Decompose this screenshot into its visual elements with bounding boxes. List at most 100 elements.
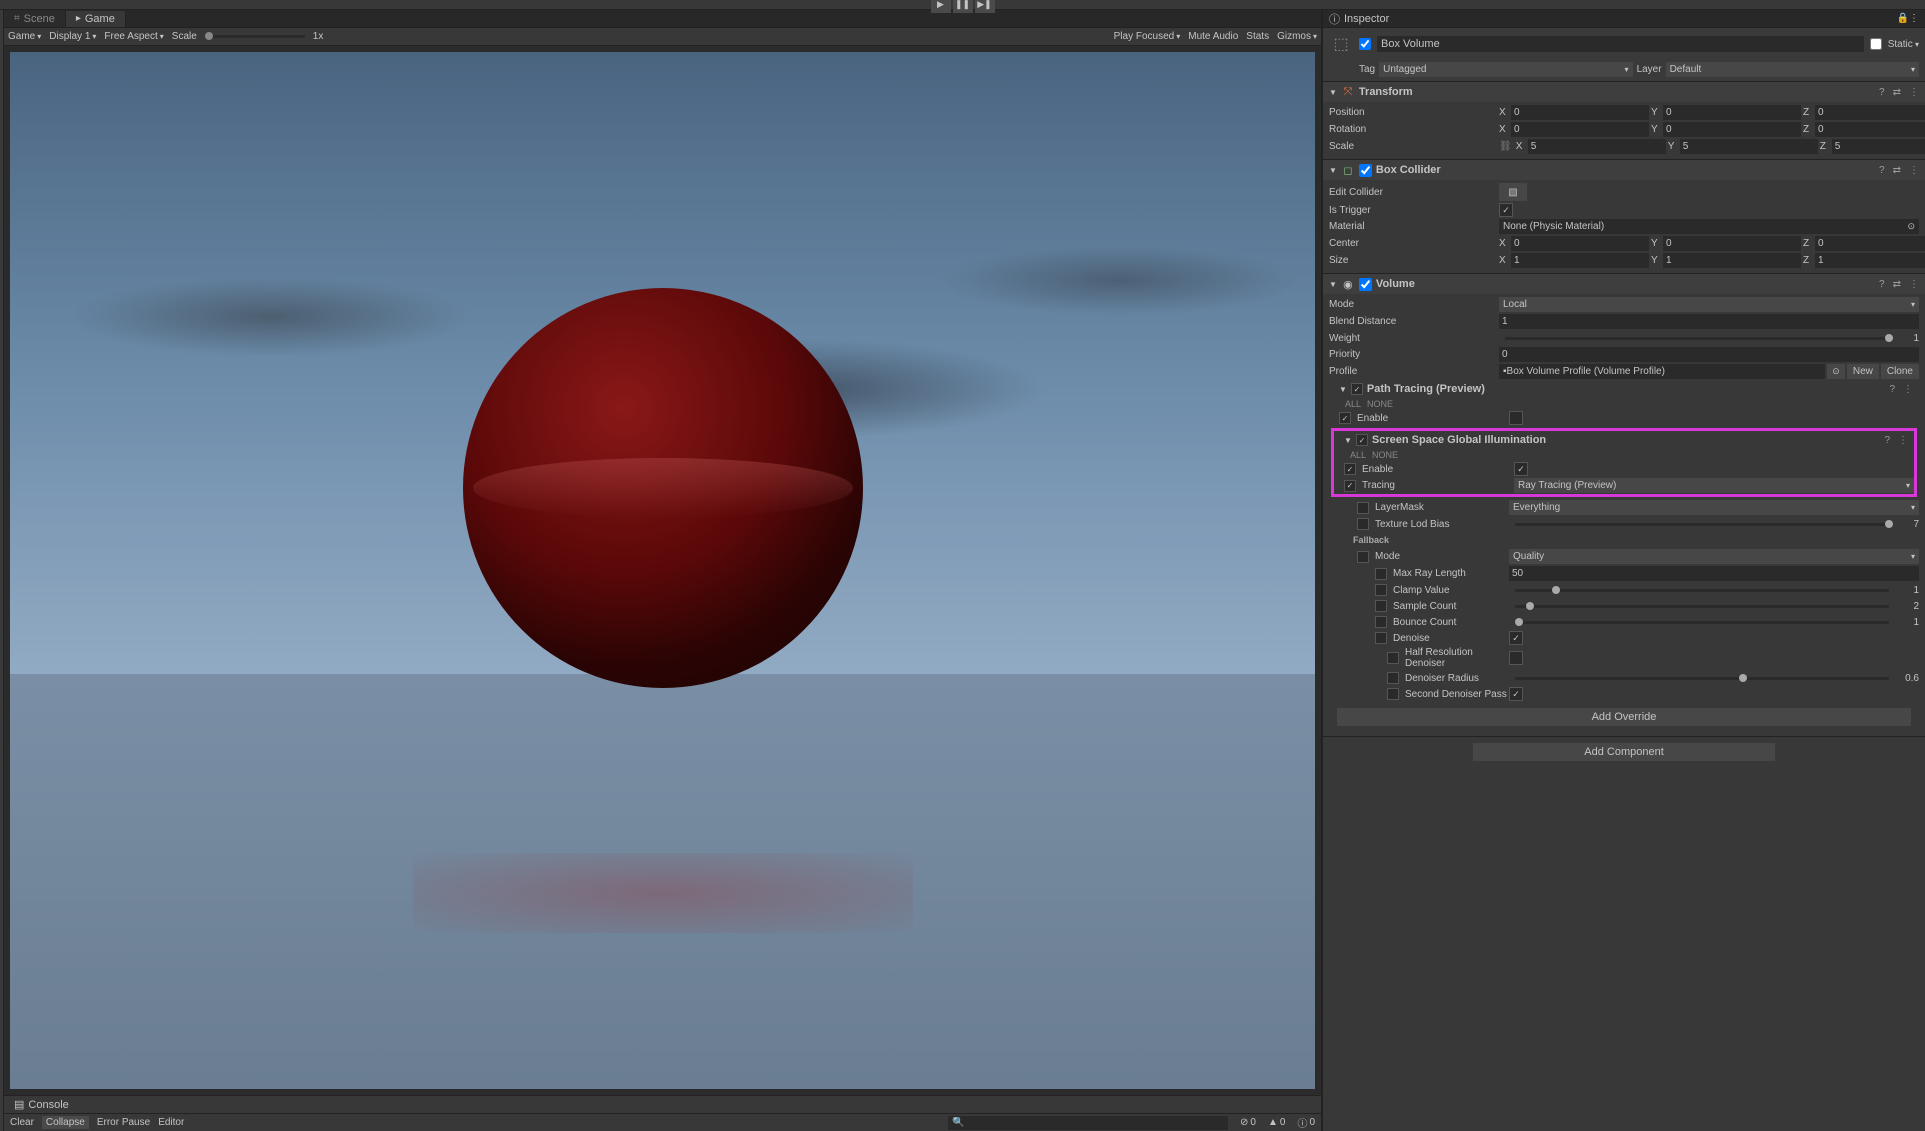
profile-locate-button[interactable]: ⊙ <box>1827 364 1845 379</box>
is-trigger-checkbox[interactable] <box>1499 203 1513 217</box>
weight-slider[interactable] <box>1505 337 1889 340</box>
fbmode-override[interactable] <box>1357 551 1369 563</box>
box-collider-enabled[interactable] <box>1359 164 1372 177</box>
play-focused-dropdown[interactable]: Play Focused <box>1114 31 1181 42</box>
dradius-slider[interactable] <box>1515 677 1889 680</box>
none-button[interactable]: NONE <box>1372 450 1398 460</box>
mode-dropdown[interactable]: Local <box>1499 297 1919 312</box>
none-button[interactable]: NONE <box>1367 399 1393 409</box>
lock-icon[interactable]: 🔒 <box>1897 13 1909 24</box>
bounce-slider[interactable] <box>1515 621 1889 624</box>
ssgi-tracing-dropdown[interactable]: Ray Tracing (Preview) <box>1514 478 1914 493</box>
profile-field[interactable]: ▪Box Volume Profile (Volume Profile) <box>1499 364 1825 379</box>
menu-icon[interactable]: ⋮ <box>1909 279 1919 290</box>
menu-icon[interactable]: ⋮ <box>1909 165 1919 176</box>
halfres-override[interactable] <box>1387 652 1399 664</box>
fbmode-dropdown[interactable]: Quality <box>1509 549 1919 564</box>
play-button[interactable]: ▶ <box>931 0 951 13</box>
priority-field[interactable] <box>1499 347 1919 362</box>
rotation-y[interactable] <box>1663 122 1801 137</box>
second-pass-checkbox[interactable] <box>1509 687 1523 701</box>
help-icon[interactable]: ? <box>1884 435 1890 446</box>
pt-enable-override[interactable] <box>1339 412 1351 424</box>
static-dropdown[interactable]: Static <box>1888 39 1919 50</box>
gizmos-dropdown[interactable]: Gizmos <box>1277 31 1317 42</box>
menu-icon[interactable]: ⋮ <box>1903 384 1913 395</box>
transform-header[interactable]: ▼ ⤧ Transform ? ⇄ ⋮ <box>1323 82 1925 102</box>
size-y[interactable] <box>1663 253 1801 268</box>
scale-y[interactable] <box>1680 139 1818 154</box>
halfres-checkbox[interactable] <box>1509 651 1523 665</box>
menu-icon[interactable]: ⋮ <box>1898 435 1908 446</box>
dradius-override[interactable] <box>1387 672 1399 684</box>
help-icon[interactable]: ? <box>1879 279 1885 290</box>
all-button[interactable]: ALL <box>1350 450 1366 460</box>
scale-z[interactable] <box>1832 139 1925 154</box>
center-x[interactable] <box>1511 236 1649 251</box>
console-search-input[interactable] <box>948 1116 1228 1130</box>
error-count[interactable]: ⊘0 <box>1240 1117 1256 1128</box>
step-button[interactable]: ▶❚ <box>975 0 995 13</box>
scale-x[interactable] <box>1528 139 1666 154</box>
blend-distance-field[interactable] <box>1499 314 1919 329</box>
clear-button[interactable]: Clear <box>10 1117 34 1128</box>
size-x[interactable] <box>1511 253 1649 268</box>
position-y[interactable] <box>1663 105 1801 120</box>
path-tracing-header[interactable]: ▼ Path Tracing (Preview) ? ⋮ <box>1329 380 1919 398</box>
mute-audio-toggle[interactable]: Mute Audio <box>1188 31 1238 42</box>
ssgi-enable-override[interactable] <box>1344 463 1356 475</box>
rotation-z[interactable] <box>1815 122 1925 137</box>
material-field[interactable]: None (Physic Material)⊙ <box>1499 219 1919 234</box>
denoise-override[interactable] <box>1375 632 1387 644</box>
stats-toggle[interactable]: Stats <box>1246 31 1269 42</box>
sample-override[interactable] <box>1375 600 1387 612</box>
tab-scene[interactable]: ⌗Scene <box>4 11 66 27</box>
rotation-x[interactable] <box>1511 122 1649 137</box>
layer-dropdown[interactable]: Default <box>1666 62 1919 77</box>
all-button[interactable]: ALL <box>1345 399 1361 409</box>
help-icon[interactable]: ? <box>1879 165 1885 176</box>
denoise-checkbox[interactable] <box>1509 631 1523 645</box>
help-icon[interactable]: ? <box>1879 87 1885 98</box>
pause-button[interactable]: ❚❚ <box>953 0 973 13</box>
editor-dropdown[interactable]: Editor <box>158 1117 184 1128</box>
object-name-field[interactable] <box>1377 36 1864 52</box>
ssgi-enable-checkbox[interactable] <box>1514 462 1528 476</box>
position-x[interactable] <box>1511 105 1649 120</box>
collapse-toggle[interactable]: Collapse <box>42 1116 89 1129</box>
new-profile-button[interactable]: New <box>1847 364 1879 379</box>
display-dropdown[interactable]: Display 1 <box>49 31 96 42</box>
preset-icon[interactable]: ⇄ <box>1893 87 1901 98</box>
aspect-dropdown[interactable]: Free Aspect <box>104 31 163 42</box>
volume-header[interactable]: ▼ ◉ Volume ? ⇄ ⋮ <box>1323 274 1925 294</box>
game-dropdown[interactable]: Game <box>8 31 41 42</box>
add-override-button[interactable]: Add Override <box>1337 708 1911 726</box>
scale-slider[interactable] <box>205 35 305 38</box>
texlod-override[interactable] <box>1357 518 1369 530</box>
volume-enabled[interactable] <box>1359 278 1372 291</box>
warn-count[interactable]: ▲0 <box>1268 1117 1285 1128</box>
bounce-override[interactable] <box>1375 616 1387 628</box>
edit-collider-button[interactable]: ▧ <box>1499 183 1527 201</box>
size-z[interactable] <box>1815 253 1925 268</box>
inspector-tab[interactable]: ⓘ Inspector 🔒 ⋮ <box>1323 10 1925 28</box>
static-checkbox[interactable] <box>1870 38 1882 50</box>
ssgi-header[interactable]: ▼ Screen Space Global Illumination ? ⋮ <box>1334 431 1914 449</box>
maxray-field[interactable] <box>1509 566 1919 581</box>
ssgi-tracing-override[interactable] <box>1344 480 1356 492</box>
path-tracing-enabled[interactable] <box>1351 383 1363 395</box>
layermask-dropdown[interactable]: Everything <box>1509 500 1919 515</box>
gameobject-icon[interactable]: ⬚ <box>1329 32 1353 56</box>
texlod-slider[interactable] <box>1515 523 1889 526</box>
position-z[interactable] <box>1815 105 1925 120</box>
layermask-override[interactable] <box>1357 502 1369 514</box>
menu-icon[interactable]: ⋮ <box>1909 87 1919 98</box>
info-count[interactable]: ⓘ0 <box>1297 1115 1315 1130</box>
clamp-slider[interactable] <box>1515 589 1889 592</box>
tab-console[interactable]: ▤Console <box>4 1096 79 1113</box>
tab-game[interactable]: ▸Game <box>66 11 126 27</box>
center-z[interactable] <box>1815 236 1925 251</box>
help-icon[interactable]: ? <box>1889 384 1895 395</box>
error-pause-toggle[interactable]: Error Pause <box>97 1117 150 1128</box>
pt-enable-checkbox[interactable] <box>1509 411 1523 425</box>
